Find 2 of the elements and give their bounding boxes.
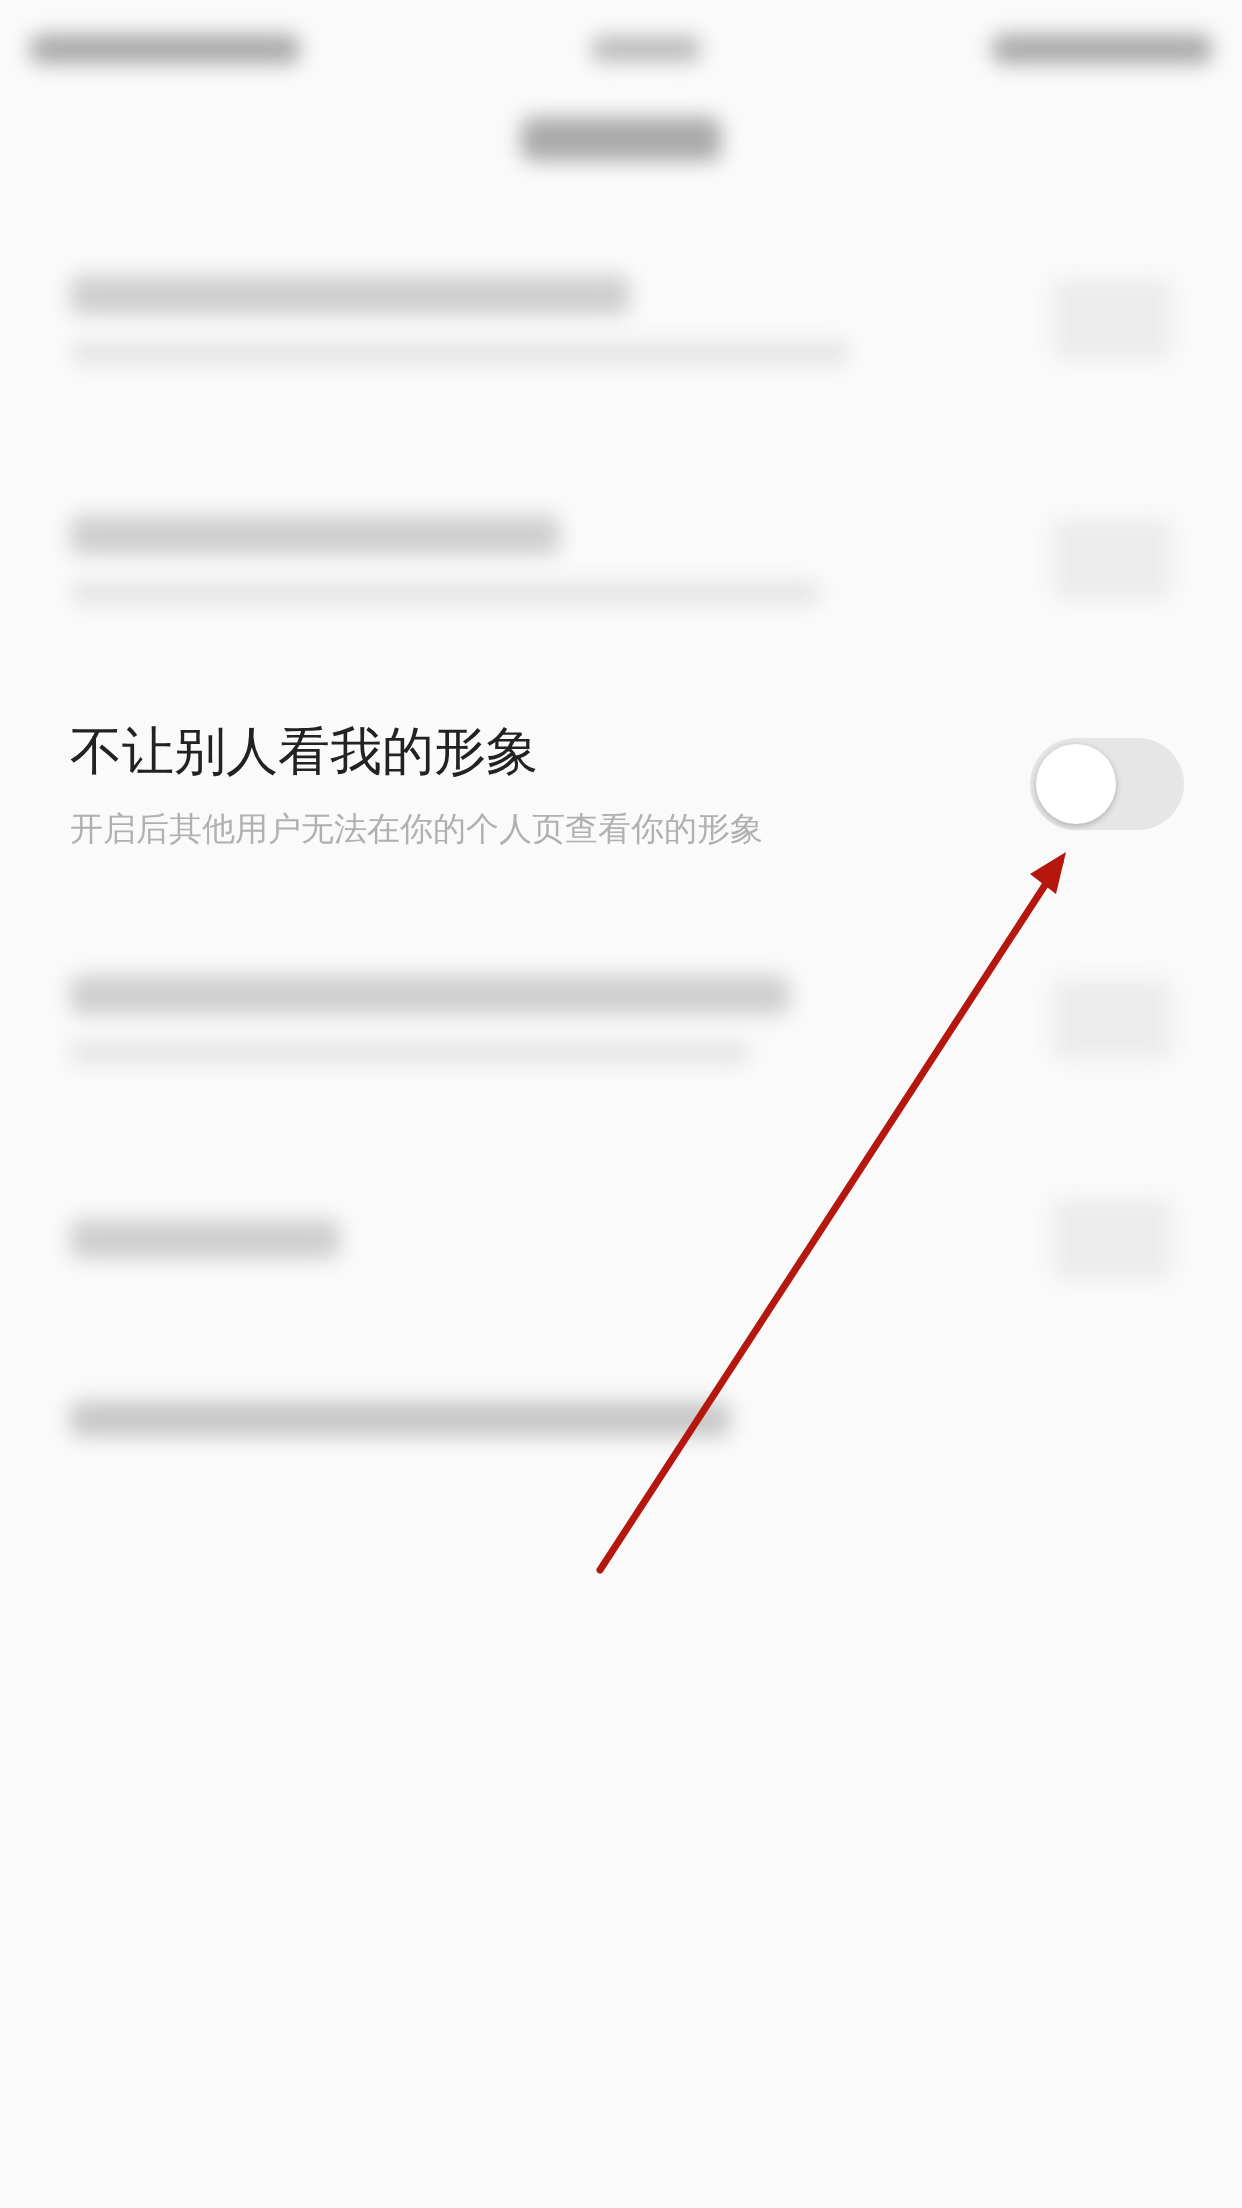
setting-description: 开启后其他用户无法在你的个人页查看你的形象 <box>70 807 763 850</box>
setting-title: 不让别人看我的形象 <box>70 719 539 783</box>
